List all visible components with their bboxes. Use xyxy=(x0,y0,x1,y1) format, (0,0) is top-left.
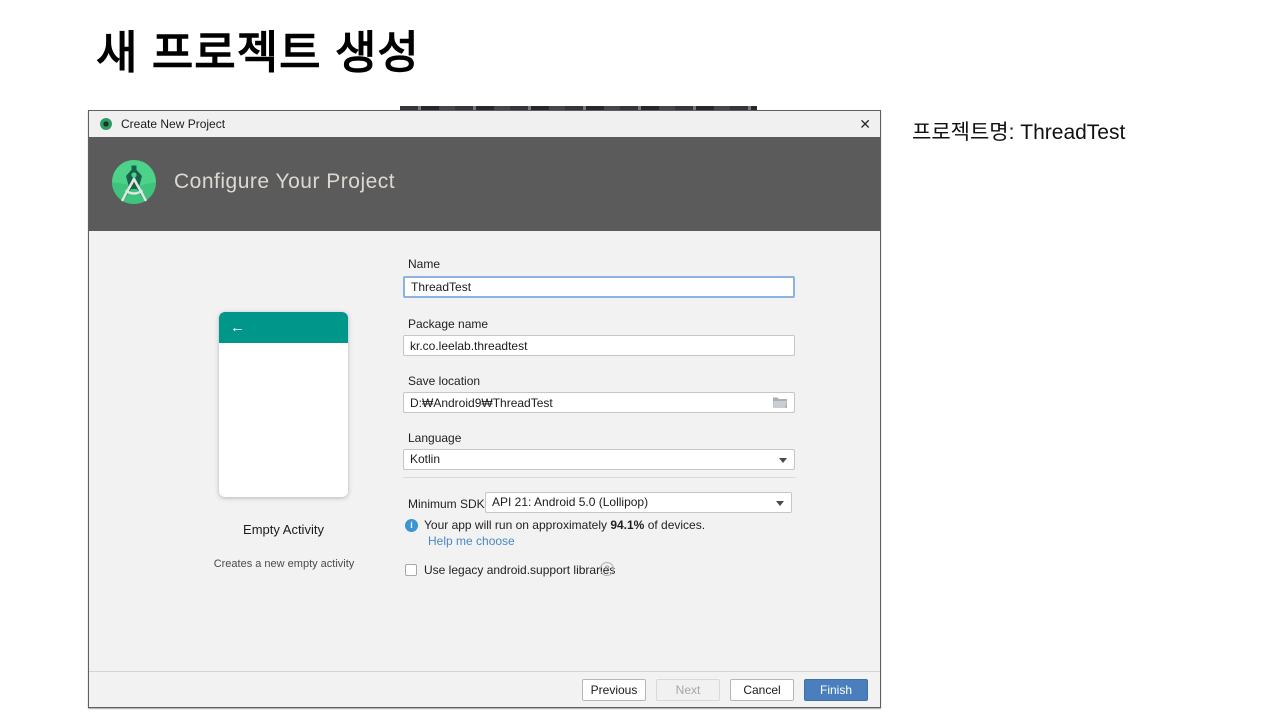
chevron-down-icon xyxy=(779,458,787,463)
minimum-sdk-label: Minimum SDK xyxy=(408,497,485,511)
minimum-sdk-dropdown[interactable]: API 21: Android 5.0 (Lollipop) xyxy=(485,492,792,513)
dialog-content: ← Empty Activity Creates a new empty act… xyxy=(89,231,880,672)
language-label: Language xyxy=(408,431,461,445)
minimum-sdk-value: API 21: Android 5.0 (Lollipop) xyxy=(492,495,648,509)
chevron-down-icon xyxy=(776,501,784,506)
package-name-input[interactable] xyxy=(403,335,795,356)
dialog-header: Configure Your Project xyxy=(89,137,880,231)
dialog-title: Create New Project xyxy=(121,117,225,131)
back-arrow-icon: ← xyxy=(230,319,245,336)
legacy-support-label: Use legacy android.support libraries xyxy=(424,563,615,577)
legacy-support-checkbox[interactable] xyxy=(405,564,417,576)
header-title: Configure Your Project xyxy=(174,170,395,194)
finish-button[interactable]: Finish xyxy=(804,679,868,701)
next-button[interactable]: Next xyxy=(656,679,720,701)
create-new-project-dialog: Create New Project ✕ Configure Your Proj… xyxy=(88,110,881,708)
project-name-annotation: 프로젝트명: ThreadTest xyxy=(912,116,1125,146)
android-studio-logo-icon xyxy=(110,158,158,206)
package-name-label: Package name xyxy=(408,317,488,331)
template-name: Empty Activity xyxy=(219,522,348,537)
help-me-choose-link[interactable]: Help me choose xyxy=(428,534,515,548)
language-dropdown[interactable]: Kotlin xyxy=(403,449,795,470)
dialog-buttonbar: Previous Next Cancel Finish xyxy=(89,671,880,707)
close-icon[interactable]: ✕ xyxy=(859,115,871,133)
language-value: Kotlin xyxy=(410,452,440,466)
empty-activity-preview-card: ← xyxy=(219,312,348,497)
dialog-titlebar: Create New Project ✕ xyxy=(89,111,880,137)
previous-button[interactable]: Previous xyxy=(582,679,646,701)
slide-title: 새 프로젝트 생성 xyxy=(96,16,420,81)
save-location-label: Save location xyxy=(408,374,480,388)
slide: 새 프로젝트 생성 프로젝트명: ThreadTest Create New P… xyxy=(0,0,1280,720)
question-help-icon[interactable]: ? xyxy=(600,562,614,576)
sdk-coverage-suffix: of devices. xyxy=(644,518,705,532)
cancel-button[interactable]: Cancel xyxy=(730,679,794,701)
preview-card-appbar: ← xyxy=(219,312,348,343)
section-separator xyxy=(403,477,796,478)
template-description: Creates a new empty activity xyxy=(184,558,384,570)
android-studio-app-icon xyxy=(100,118,112,130)
name-input[interactable] xyxy=(403,276,795,298)
sdk-coverage-prefix: Your app will run on approximately xyxy=(424,518,610,532)
save-location-input[interactable] xyxy=(403,392,795,413)
browse-folder-icon[interactable] xyxy=(772,396,788,409)
name-label: Name xyxy=(408,257,440,271)
info-icon: i xyxy=(405,519,418,532)
sdk-coverage-percent: 94.1% xyxy=(610,518,644,532)
sdk-coverage-text: Your app will run on approximately 94.1%… xyxy=(424,518,705,532)
